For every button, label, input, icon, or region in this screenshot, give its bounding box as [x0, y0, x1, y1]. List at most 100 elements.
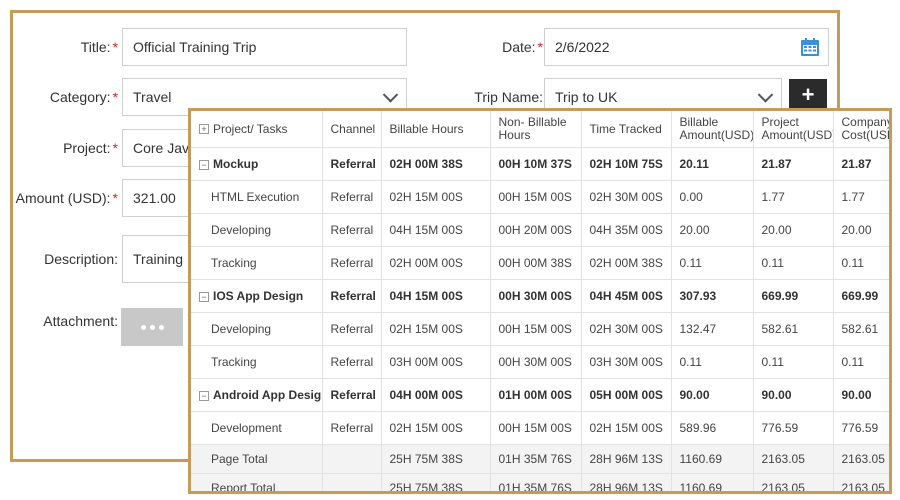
billable-amount-cell: 20.11: [671, 147, 754, 181]
required-mark: *: [112, 140, 118, 156]
column-header-non-billable-hours[interactable]: Non- Billable Hours: [490, 111, 582, 148]
project-amount-cell: 1.77: [753, 180, 834, 214]
project-amount-cell: 90.00: [753, 378, 834, 412]
task-name: Development: [211, 421, 282, 435]
amount-input-value: 321.00: [133, 190, 176, 206]
time-tracked-cell: 04H 35M 00S: [581, 213, 672, 247]
task-name: HTML Execution: [211, 190, 300, 204]
expand-icon[interactable]: +: [199, 124, 209, 135]
amount-label-text: Amount (USD):: [15, 190, 111, 206]
non-billable-hours-cell: 00H 10M 37S: [490, 147, 582, 181]
project-amount-cell: 2163.05: [753, 444, 834, 474]
required-mark: *: [112, 39, 118, 55]
company-cost-cell: 20.00: [833, 213, 889, 247]
task-row[interactable]: Development Referral 02H 15M 00S 00H 15M 00…: [191, 411, 889, 445]
trip-name-label: Trip Name:: [443, 89, 543, 105]
non-billable-hours-cell: 01H 35M 76S: [490, 444, 582, 474]
task-row[interactable]: Tracking Referral 02H 00M 00S 00H 00M 38S 02…: [191, 246, 889, 280]
channel-cell: Referral: [322, 411, 382, 445]
time-tracked-cell: 02H 30M 00S: [581, 312, 672, 346]
billable-hours-cell: 04H 00M 00S: [381, 378, 491, 412]
description-label-text: Description:: [44, 251, 118, 267]
task-name: Report Total: [211, 481, 276, 494]
channel-cell: Referral: [322, 147, 382, 181]
task-name-cell: Page Total: [191, 444, 323, 474]
column-header-billable-hours[interactable]: Billable Hours: [381, 111, 491, 148]
task-name: Mockup: [213, 157, 259, 171]
channel-cell: [322, 444, 382, 474]
billable-amount-cell: 132.47: [671, 312, 754, 346]
billable-amount-cell: 20.00: [671, 213, 754, 247]
project-amount-cell: 20.00: [753, 213, 834, 247]
more-dots-icon: [149, 324, 155, 330]
channel-cell: Referral: [322, 279, 382, 313]
title-input[interactable]: Official Training Trip: [122, 28, 407, 66]
project-amount-cell: 21.87: [753, 147, 834, 181]
date-label: Date: *: [463, 39, 543, 55]
category-label-text: Category:: [49, 89, 111, 105]
channel-cell: Referral: [322, 246, 382, 280]
billable-hours-cell: 02H 00M 38S: [381, 147, 491, 181]
non-billable-hours-cell: 00H 30M 00S: [490, 345, 582, 379]
column-header-label: Project/ Tasks: [213, 121, 288, 136]
project-label: Project: *: [33, 140, 118, 156]
amount-label: Amount (USD): *: [13, 190, 118, 206]
collapse-icon[interactable]: −: [199, 291, 209, 302]
category-select-value: Travel: [133, 89, 172, 105]
billable-hours-cell: 02H 15M 00S: [381, 180, 491, 214]
billable-hours-cell: 03H 00M 00S: [381, 345, 491, 379]
collapse-icon[interactable]: −: [199, 159, 209, 170]
time-tracked-cell: 28H 96M 13S: [581, 473, 672, 491]
project-tasks-table: + Project/ Tasks Channel Billable Hours N…: [191, 111, 889, 494]
description-textarea-value: Training: [133, 251, 184, 267]
task-name-cell: Tracking: [191, 246, 323, 280]
task-name-cell: − IOS App Design: [191, 279, 323, 313]
add-trip-button-label: +: [801, 82, 815, 107]
column-header-channel[interactable]: Channel: [322, 111, 382, 148]
billable-amount-cell: 0.00: [671, 180, 754, 214]
time-tracked-cell: 05H 00M 00S: [581, 378, 672, 412]
column-header-company-cost[interactable]: Company Cost(USD): [833, 111, 889, 148]
project-group-row[interactable]: − IOS App Design Referral 04H 15M 00S 00H 30…: [191, 279, 889, 313]
non-billable-hours-cell: 00H 15M 00S: [490, 312, 582, 346]
billable-amount-cell: 1160.69: [671, 473, 754, 491]
task-row[interactable]: Developing Referral 04H 15M 00S 00H 20M 00S…: [191, 213, 889, 247]
column-header-project-amount[interactable]: Project Amount(USD): [753, 111, 834, 148]
time-tracked-cell: 03H 30M 00S: [581, 345, 672, 379]
non-billable-hours-cell: 00H 20M 00S: [490, 213, 582, 247]
column-header-time-tracked[interactable]: Time Tracked: [581, 111, 672, 148]
required-mark: *: [537, 39, 543, 55]
billable-amount-cell: 90.00: [671, 378, 754, 412]
title-input-value: Official Training Trip: [133, 39, 257, 55]
billable-hours-cell: 04H 15M 00S: [381, 213, 491, 247]
billable-hours-cell: 25H 75M 38S: [381, 444, 491, 474]
task-name: Android App Design: [213, 388, 322, 402]
date-input[interactable]: 2/6/2022: [544, 28, 829, 66]
non-billable-hours-cell: 00H 15M 00S: [490, 180, 582, 214]
task-row[interactable]: Developing Referral 02H 15M 00S 00H 15M 00S…: [191, 312, 889, 346]
non-billable-hours-cell: 00H 00M 38S: [490, 246, 582, 280]
project-group-row[interactable]: − Mockup Referral 02H 00M 38S 00H 10M 37S 02H…: [191, 147, 889, 181]
company-cost-cell: 90.00: [833, 378, 889, 412]
company-cost-cell: 0.11: [833, 345, 889, 379]
description-label: Description:: [13, 251, 118, 267]
project-group-row[interactable]: − Android App Design Referral 04H 00M 00S 01…: [191, 378, 889, 412]
billable-hours-cell: 02H 00M 00S: [381, 246, 491, 280]
table-header-row: + Project/ Tasks Channel Billable Hours N…: [191, 111, 889, 148]
channel-cell: Referral: [322, 180, 382, 214]
billable-hours-cell: 25H 75M 38S: [381, 473, 491, 491]
attachment-button[interactable]: [121, 308, 183, 346]
calendar-icon[interactable]: [800, 37, 820, 57]
task-row[interactable]: HTML Execution Referral 02H 15M 00S 00H 15M…: [191, 180, 889, 214]
collapse-icon[interactable]: −: [199, 390, 209, 401]
column-header-billable-amount[interactable]: Billable Amount(USD): [671, 111, 754, 148]
column-header-project-tasks[interactable]: + Project/ Tasks: [191, 111, 323, 148]
task-row[interactable]: Tracking Referral 03H 00M 00S 00H 30M 00S 03…: [191, 345, 889, 379]
company-cost-cell: 776.59: [833, 411, 889, 445]
add-trip-button[interactable]: +: [789, 79, 827, 111]
trip-name-select-value: Trip to UK: [555, 89, 618, 105]
time-tracked-cell: 02H 10M 75S: [581, 147, 672, 181]
channel-cell: Referral: [322, 378, 382, 412]
task-name-cell: − Mockup: [191, 147, 323, 181]
task-name: Tracking: [211, 256, 257, 270]
